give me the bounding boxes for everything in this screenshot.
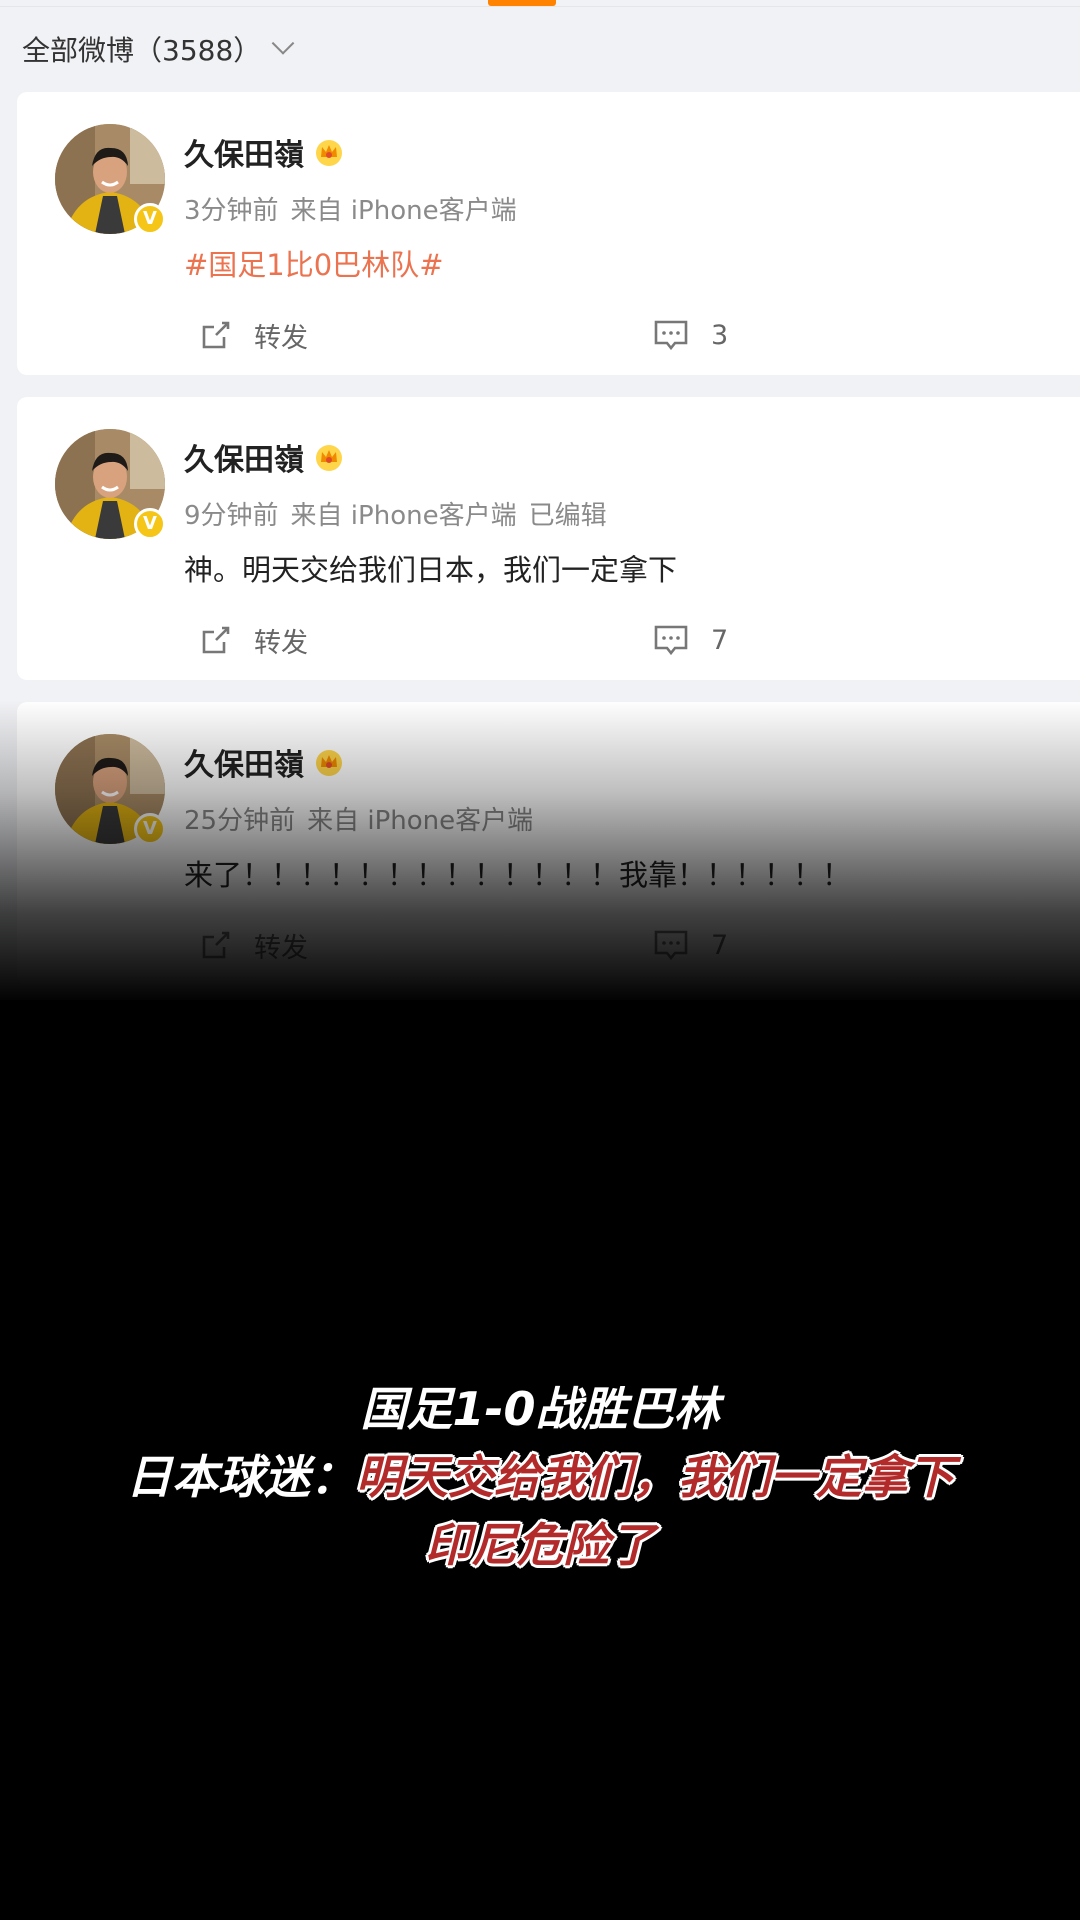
username[interactable]: 久保田嶺 xyxy=(184,130,344,174)
filter-label: 全部微博（3588） xyxy=(22,34,262,67)
repost-label: 转发 xyxy=(254,322,308,354)
verified-badge-icon: V xyxy=(134,203,166,235)
comment-count: 3 xyxy=(711,319,729,351)
caption-line-2-highlight: 明天交给我们，我们一定拿下 xyxy=(356,1450,954,1504)
caption-line-2: 日本球迷：明天交给我们，我们一定拿下 xyxy=(0,1443,1080,1511)
username[interactable]: 久保田嶺 xyxy=(184,435,344,479)
post-card: V 久保田嶺 3分钟前 来自 iPhone客户端 #国足1比0巴林队# 转发 3 xyxy=(17,92,1080,375)
post-meta: 9分钟前 来自 iPhone客户端 已编辑 xyxy=(184,495,607,532)
comment-icon xyxy=(654,320,688,351)
post-topic[interactable]: #国足1比0巴林队# xyxy=(184,242,444,284)
username-text: 久保田嶺 xyxy=(184,138,304,173)
video-caption: 国足1-0战胜巴林 日本球迷：明天交给我们，我们一定拿下 印尼危险了 xyxy=(0,1375,1080,1579)
comment-icon xyxy=(654,625,688,656)
crown-icon xyxy=(316,445,342,471)
username-text: 久保田嶺 xyxy=(184,443,304,478)
repost-label: 转发 xyxy=(254,932,308,964)
comment-button[interactable]: 3 xyxy=(653,310,728,360)
repost-icon xyxy=(202,626,230,654)
post-source: 来自 iPhone客户端 xyxy=(290,501,517,531)
post-source: 来自 iPhone客户端 xyxy=(307,806,534,836)
verified-badge-icon: V xyxy=(134,508,166,540)
post-source: 来自 iPhone客户端 xyxy=(290,196,517,226)
caption-line-1: 国足1-0战胜巴林 xyxy=(360,1382,720,1436)
post-text: 神。明天交给我们日本，我们一定拿下 xyxy=(184,553,678,587)
repost-icon xyxy=(202,931,230,959)
repost-button[interactable]: 转发 xyxy=(200,920,308,970)
caption-line-3: 印尼危险了 xyxy=(425,1518,655,1572)
post-card: V 久保田嶺 9分钟前 来自 iPhone客户端 已编辑 神。明天交给我们日本，我们… xyxy=(17,397,1080,680)
post-meta: 25分钟前 来自 iPhone客户端 xyxy=(184,800,533,837)
crown-icon xyxy=(316,140,342,166)
post-edited[interactable]: 已编辑 xyxy=(529,501,607,531)
verified-badge-icon: V xyxy=(134,813,166,845)
comment-icon xyxy=(654,930,688,961)
post-meta: 3分钟前 来自 iPhone客户端 xyxy=(184,190,517,227)
filter-dropdown[interactable]: 全部微博（3588） xyxy=(22,28,295,70)
post-card: V 久保田嶺 25分钟前 来自 iPhone客户端 来了！！！！！！！！！！！！！… xyxy=(17,702,1080,985)
username-text: 久保田嶺 xyxy=(184,748,304,783)
comment-button[interactable]: 7 xyxy=(653,920,728,970)
weibo-screen: 全部微博（3588） V 久保田嶺 3分钟前 来自 iPhone客户端 #国足1比… xyxy=(0,0,1080,1000)
repost-icon xyxy=(202,321,230,349)
comment-count: 7 xyxy=(711,624,729,656)
comment-count: 7 xyxy=(711,929,729,961)
username[interactable]: 久保田嶺 xyxy=(184,740,344,784)
repost-button[interactable]: 转发 xyxy=(200,615,308,665)
tab-divider xyxy=(0,6,1080,7)
post-actions: 转发 7 xyxy=(17,920,1080,970)
caption-line-2-prefix: 日本球迷： xyxy=(126,1450,356,1504)
repost-label: 转发 xyxy=(254,627,308,659)
repost-button[interactable]: 转发 xyxy=(200,310,308,360)
post-time[interactable]: 25分钟前 xyxy=(184,806,295,836)
post-text: 来了！！！！！！！！！！！！！我靠！！！！！！ xyxy=(184,858,852,892)
chevron-down-icon xyxy=(271,32,295,55)
crown-icon xyxy=(316,750,342,776)
post-actions: 转发 7 xyxy=(17,615,1080,665)
comment-button[interactable]: 7 xyxy=(653,615,728,665)
post-time[interactable]: 3分钟前 xyxy=(184,196,279,226)
post-actions: 转发 3 xyxy=(17,310,1080,360)
post-time[interactable]: 9分钟前 xyxy=(184,501,279,531)
